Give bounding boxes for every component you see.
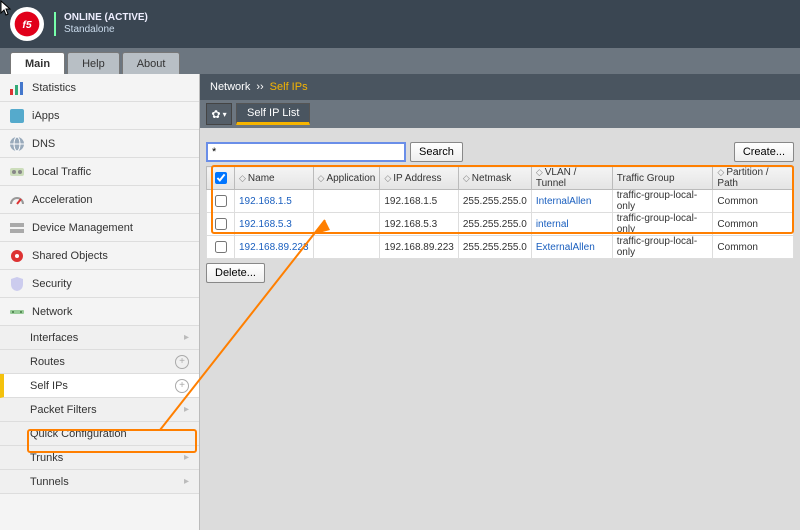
mouse-cursor bbox=[0, 0, 16, 16]
create-button[interactable]: Create... bbox=[734, 142, 794, 162]
row-vlan-link[interactable]: ExternalAllen bbox=[536, 242, 595, 253]
sidebar: Statistics iApps DNS Local Traffic Accel… bbox=[0, 74, 200, 530]
gauge-icon bbox=[8, 191, 26, 209]
chevron-right-icon: ▸ bbox=[184, 476, 189, 487]
row-netmask: 255.255.255.0 bbox=[458, 190, 531, 213]
device-icon bbox=[8, 219, 26, 237]
table-row: 192.168.1.5192.168.1.5255.255.255.0Inter… bbox=[207, 190, 794, 213]
chevron-right-icon: ▸ bbox=[184, 404, 189, 415]
iapps-icon bbox=[8, 107, 26, 125]
search-button[interactable]: Search bbox=[410, 142, 463, 162]
sidebar-item-device-mgmt[interactable]: Device Management bbox=[0, 214, 199, 242]
col-netmask[interactable]: Netmask bbox=[472, 173, 511, 184]
stats-icon bbox=[8, 79, 26, 97]
row-ip: 192.168.5.3 bbox=[380, 213, 459, 236]
sidebar-item-shared-objects[interactable]: Shared Objects bbox=[0, 242, 199, 270]
row-tg: traffic-group-local-only bbox=[612, 190, 713, 213]
col-ip[interactable]: IP Address bbox=[393, 173, 441, 184]
row-partition: Common bbox=[713, 236, 794, 259]
network-icon bbox=[8, 303, 26, 321]
sidebar-item-label: Shared Objects bbox=[32, 250, 108, 262]
sub-quick-config[interactable]: Quick Configuration bbox=[0, 422, 199, 446]
top-tabs: Main Help About bbox=[0, 48, 800, 74]
app-header: f5 ONLINE (ACTIVE) Standalone bbox=[0, 0, 800, 48]
sidebar-item-label: Device Management bbox=[32, 222, 133, 234]
sub-self-ips[interactable]: Self IPs+ bbox=[0, 374, 199, 398]
row-netmask: 255.255.255.0 bbox=[458, 213, 531, 236]
sub-routes[interactable]: Routes+ bbox=[0, 350, 199, 374]
self-ip-table: ◇Name ◇Application ◇IP Address ◇Netmask … bbox=[206, 166, 794, 259]
chevron-right-icon: ▸ bbox=[184, 452, 189, 463]
row-name-link[interactable]: 192.168.1.5 bbox=[239, 196, 292, 207]
globe-icon bbox=[8, 135, 26, 153]
sidebar-item-label: iApps bbox=[32, 110, 60, 122]
sub-trunks[interactable]: Trunks▸ bbox=[0, 446, 199, 470]
row-name-link[interactable]: 192.168.5.3 bbox=[239, 219, 292, 230]
sidebar-item-label: Network bbox=[32, 306, 72, 318]
gear-icon: ✿ bbox=[211, 108, 220, 121]
select-all-checkbox[interactable] bbox=[215, 172, 227, 184]
row-tg: traffic-group-local-only bbox=[612, 236, 713, 259]
breadcrumb: Network ›› Self IPs bbox=[200, 74, 800, 100]
row-name-link[interactable]: 192.168.89.223 bbox=[239, 242, 309, 253]
breadcrumb-section: Network bbox=[210, 81, 250, 93]
svg-text:f5: f5 bbox=[22, 20, 31, 31]
sidebar-item-label: Local Traffic bbox=[32, 166, 91, 178]
sidebar-item-dns[interactable]: DNS bbox=[0, 130, 199, 158]
search-input[interactable] bbox=[206, 142, 406, 162]
table-row: 192.168.89.223192.168.89.223255.255.255.… bbox=[207, 236, 794, 259]
tab-main[interactable]: Main bbox=[10, 52, 65, 74]
row-ip: 192.168.89.223 bbox=[380, 236, 459, 259]
sidebar-item-label: DNS bbox=[32, 138, 55, 150]
col-tg[interactable]: Traffic Group bbox=[617, 173, 675, 184]
table-row: 192.168.5.3192.168.5.3255.255.255.0inter… bbox=[207, 213, 794, 236]
row-partition: Common bbox=[713, 213, 794, 236]
chevron-right-icon: ▸ bbox=[184, 332, 189, 343]
sidebar-item-security[interactable]: Security bbox=[0, 270, 199, 298]
tab-about[interactable]: About bbox=[122, 52, 181, 74]
row-netmask: 255.255.255.0 bbox=[458, 236, 531, 259]
sidebar-item-local-traffic[interactable]: Local Traffic bbox=[0, 158, 199, 186]
col-name[interactable]: Name bbox=[248, 173, 275, 184]
sidebar-item-label: Statistics bbox=[32, 82, 76, 94]
row-ip: 192.168.1.5 bbox=[380, 190, 459, 213]
breadcrumb-sep: ›› bbox=[256, 81, 263, 93]
tab-self-ip-list[interactable]: Self IP List bbox=[236, 103, 310, 125]
row-vlan-link[interactable]: internal bbox=[536, 219, 569, 230]
shield-icon bbox=[8, 275, 26, 293]
sub-tunnels[interactable]: Tunnels▸ bbox=[0, 470, 199, 494]
page-tabbar: ✿▾ Self IP List bbox=[200, 100, 800, 128]
row-partition: Common bbox=[713, 190, 794, 213]
sub-packet-filters[interactable]: Packet Filters▸ bbox=[0, 398, 199, 422]
col-application[interactable]: Application bbox=[326, 173, 375, 184]
sidebar-item-acceleration[interactable]: Acceleration bbox=[0, 186, 199, 214]
header-status: ONLINE (ACTIVE) bbox=[54, 12, 148, 24]
sub-interfaces[interactable]: Interfaces▸ bbox=[0, 326, 199, 350]
local-traffic-icon bbox=[8, 163, 26, 181]
header-mode: Standalone bbox=[54, 24, 148, 36]
row-tg: traffic-group-local-only bbox=[612, 213, 713, 236]
plus-icon[interactable]: + bbox=[175, 355, 189, 369]
plus-icon[interactable]: + bbox=[175, 379, 189, 393]
breadcrumb-page: Self IPs bbox=[270, 81, 308, 93]
sidebar-item-label: Acceleration bbox=[32, 194, 93, 206]
settings-dropdown[interactable]: ✿▾ bbox=[206, 103, 232, 125]
sidebar-item-iapps[interactable]: iApps bbox=[0, 102, 199, 130]
row-checkbox[interactable] bbox=[215, 218, 227, 230]
tab-help[interactable]: Help bbox=[67, 52, 120, 74]
network-submenu: Interfaces▸ Routes+ Self IPs+ Packet Fil… bbox=[0, 326, 199, 494]
content-area: Network ›› Self IPs ✿▾ Self IP List Sear… bbox=[200, 74, 800, 530]
row-checkbox[interactable] bbox=[215, 241, 227, 253]
sidebar-item-statistics[interactable]: Statistics bbox=[0, 74, 199, 102]
col-partition[interactable]: Partition / Path bbox=[717, 167, 768, 189]
delete-button[interactable]: Delete... bbox=[206, 263, 265, 283]
row-vlan-link[interactable]: InternalAllen bbox=[536, 196, 592, 207]
shared-icon bbox=[8, 247, 26, 265]
sidebar-item-network[interactable]: Network bbox=[0, 298, 199, 326]
row-checkbox[interactable] bbox=[215, 195, 227, 207]
sidebar-item-label: Security bbox=[32, 278, 72, 290]
